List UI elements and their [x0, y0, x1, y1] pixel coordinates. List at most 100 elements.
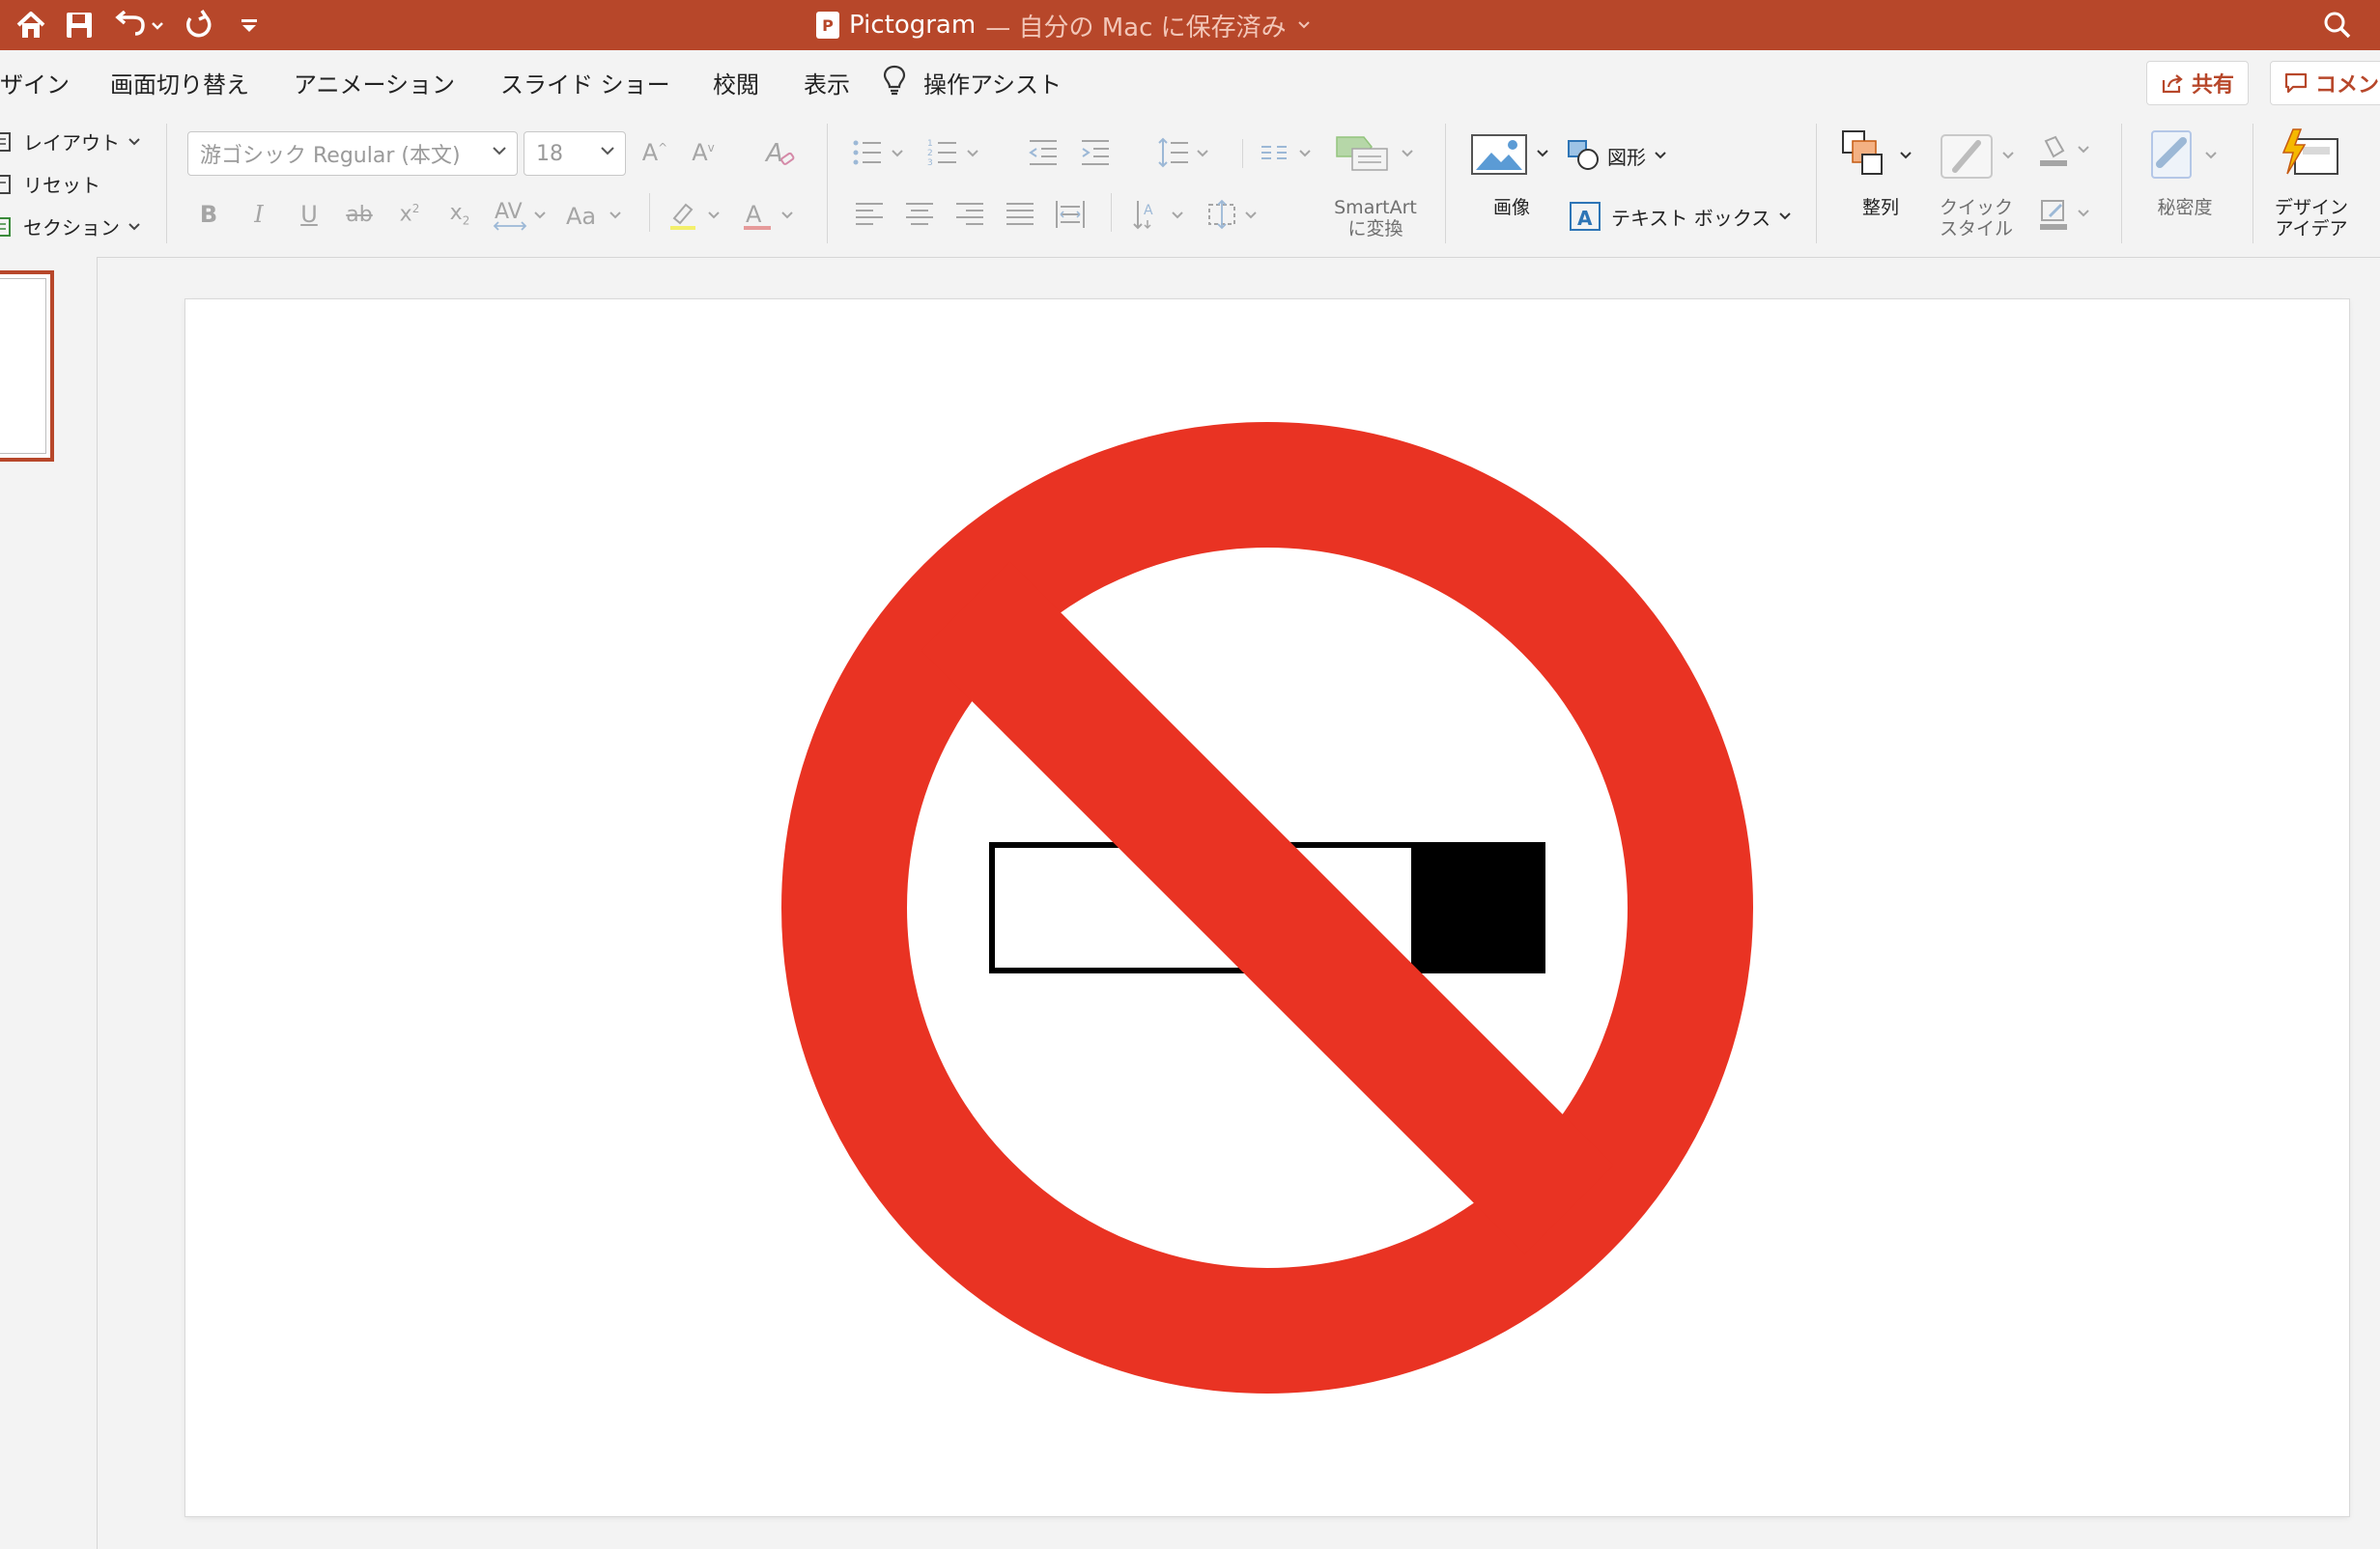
tab-animations[interactable]: アニメーション: [294, 66, 455, 99]
picture-icon[interactable]: [1468, 129, 1555, 178]
svg-text:A: A: [1144, 203, 1153, 218]
decrease-indent-icon[interactable]: [1026, 135, 1061, 170]
tab-view[interactable]: 表示: [804, 66, 850, 99]
search-icon[interactable]: [2318, 6, 2357, 44]
tab-slideshow[interactable]: スライド ショー: [500, 66, 670, 99]
bullets-icon[interactable]: [850, 135, 916, 170]
svg-text:Aa: Aa: [566, 203, 596, 230]
shapes-label: 図形: [1607, 145, 1646, 169]
reset-icon: [0, 174, 14, 195]
chevron-down-icon: [1778, 211, 1792, 221]
design-ideas-label-line2: アイデア: [2275, 218, 2348, 239]
tab-design[interactable]: ザイン: [0, 66, 70, 99]
chevron-down-icon[interactable]: [1296, 17, 1312, 33]
no-smoking-sign[interactable]: [185, 299, 2349, 1516]
home-icon[interactable]: [12, 6, 50, 44]
sensitivity-label: 秘密度: [2157, 197, 2213, 218]
ribbon-separator: [1816, 124, 1817, 243]
italic-icon[interactable]: I: [241, 197, 276, 232]
tab-tell-me[interactable]: 操作アシスト: [923, 66, 1062, 99]
slide-canvas[interactable]: [185, 299, 2349, 1516]
bold-icon[interactable]: B: [191, 197, 226, 232]
character-spacing-icon[interactable]: AV: [493, 197, 551, 232]
textbox-button[interactable]: A テキスト ボックス: [1569, 201, 1792, 232]
align-left-icon[interactable]: [852, 197, 887, 232]
shape-outline-icon[interactable]: [2036, 197, 2098, 236]
design-ideas-button[interactable]: デザイン アイデア: [2262, 197, 2361, 239]
section-button[interactable]: セクション: [0, 212, 141, 240]
highlight-color-icon[interactable]: [666, 197, 730, 232]
comment-icon: [2284, 72, 2308, 94]
picture-label: 画像: [1492, 197, 1530, 218]
sensitivity-button[interactable]: 秘密度: [2140, 197, 2229, 218]
change-case-icon[interactable]: Aa: [564, 197, 628, 232]
subscript-icon[interactable]: x2: [442, 197, 477, 232]
smartart-icon[interactable]: [1331, 131, 1424, 174]
arrange-button[interactable]: 整列: [1847, 197, 1914, 218]
arrange-icon[interactable]: [1837, 127, 1920, 182]
align-center-icon[interactable]: [902, 197, 937, 232]
redo-icon[interactable]: [180, 6, 218, 44]
customize-icon[interactable]: [230, 6, 269, 44]
sensitivity-icon[interactable]: [2142, 126, 2225, 183]
design-ideas-icon[interactable]: [2276, 126, 2347, 183]
shapes-button[interactable]: 図形: [1567, 139, 1667, 172]
ribbon: レイアウト リセット セクション 游ゴシック Regular (本文) 18 A…: [0, 116, 2380, 258]
font-color-icon[interactable]: A: [740, 197, 804, 232]
textbox-icon: A: [1569, 201, 1601, 232]
increase-font-size-icon[interactable]: A^: [638, 135, 672, 170]
decrease-font-size-icon[interactable]: Av: [686, 135, 721, 170]
clear-formatting-icon[interactable]: A: [763, 135, 798, 170]
reset-button[interactable]: リセット: [0, 170, 100, 198]
quick-styles-icon[interactable]: [1936, 127, 2023, 182]
comment-label: コメン: [2315, 73, 2380, 98]
text-direction-icon[interactable]: A: [1130, 197, 1194, 232]
quick-styles-button[interactable]: クイック スタイル: [1928, 197, 2025, 239]
underline-icon[interactable]: U: [292, 197, 326, 232]
align-text-icon[interactable]: [1204, 197, 1267, 232]
distributed-icon[interactable]: [1053, 197, 1088, 232]
smartart-button[interactable]: SmartArt に変換: [1321, 197, 1430, 239]
columns-icon[interactable]: [1258, 135, 1323, 170]
share-label: 共有: [2191, 73, 2234, 98]
font-size-select[interactable]: 18: [524, 131, 626, 176]
ribbon-separator: [827, 124, 828, 243]
section-icon: [0, 216, 14, 238]
tab-transitions[interactable]: 画面切り替え: [110, 66, 249, 99]
increase-indent-icon[interactable]: [1078, 135, 1113, 170]
quick-styles-label-line2: スタイル: [1939, 218, 2013, 239]
svg-text:1: 1: [927, 139, 933, 149]
undo-icon[interactable]: [110, 6, 168, 44]
chevron-down-icon: [128, 222, 141, 232]
layout-button[interactable]: レイアウト: [0, 127, 141, 155]
justify-icon[interactable]: [1003, 197, 1037, 232]
smartart-label-line1: SmartArt: [1334, 197, 1417, 218]
reset-label: リセット: [23, 174, 100, 197]
shape-fill-icon[interactable]: [2036, 133, 2098, 172]
comment-button[interactable]: コメン: [2270, 61, 2380, 105]
document-title[interactable]: P Pictogram — 自分の Mac に保存済み: [816, 0, 1312, 50]
superscript-icon[interactable]: x2: [392, 197, 427, 232]
svg-text:A: A: [764, 139, 783, 168]
strikethrough-icon[interactable]: ab: [342, 197, 377, 232]
ribbon-separator: [2252, 124, 2253, 243]
document-name: Pictogram: [849, 11, 977, 40]
tab-review[interactable]: 校閲: [713, 66, 759, 99]
svg-text:A: A: [1577, 207, 1593, 230]
layout-icon: [0, 131, 14, 153]
ribbon-separator: [166, 124, 167, 243]
line-spacing-icon[interactable]: [1155, 135, 1221, 170]
ribbon-separator: [1111, 193, 1112, 232]
slide-thumbnail-1[interactable]: [0, 270, 54, 462]
lightbulb-icon[interactable]: [881, 64, 908, 97]
font-name-select[interactable]: 游ゴシック Regular (本文): [187, 131, 518, 176]
align-right-icon[interactable]: [952, 197, 987, 232]
share-button[interactable]: 共有: [2146, 61, 2249, 105]
picture-button[interactable]: 画像: [1468, 197, 1555, 218]
title-bar: P Pictogram — 自分の Mac に保存済み: [0, 0, 2380, 50]
cigarette-filter[interactable]: [1414, 842, 1545, 973]
save-icon[interactable]: [60, 6, 99, 44]
numbering-icon[interactable]: 123: [925, 135, 991, 170]
share-icon: [2161, 72, 2184, 94]
design-ideas-label-line1: デザイン: [2274, 197, 2348, 218]
